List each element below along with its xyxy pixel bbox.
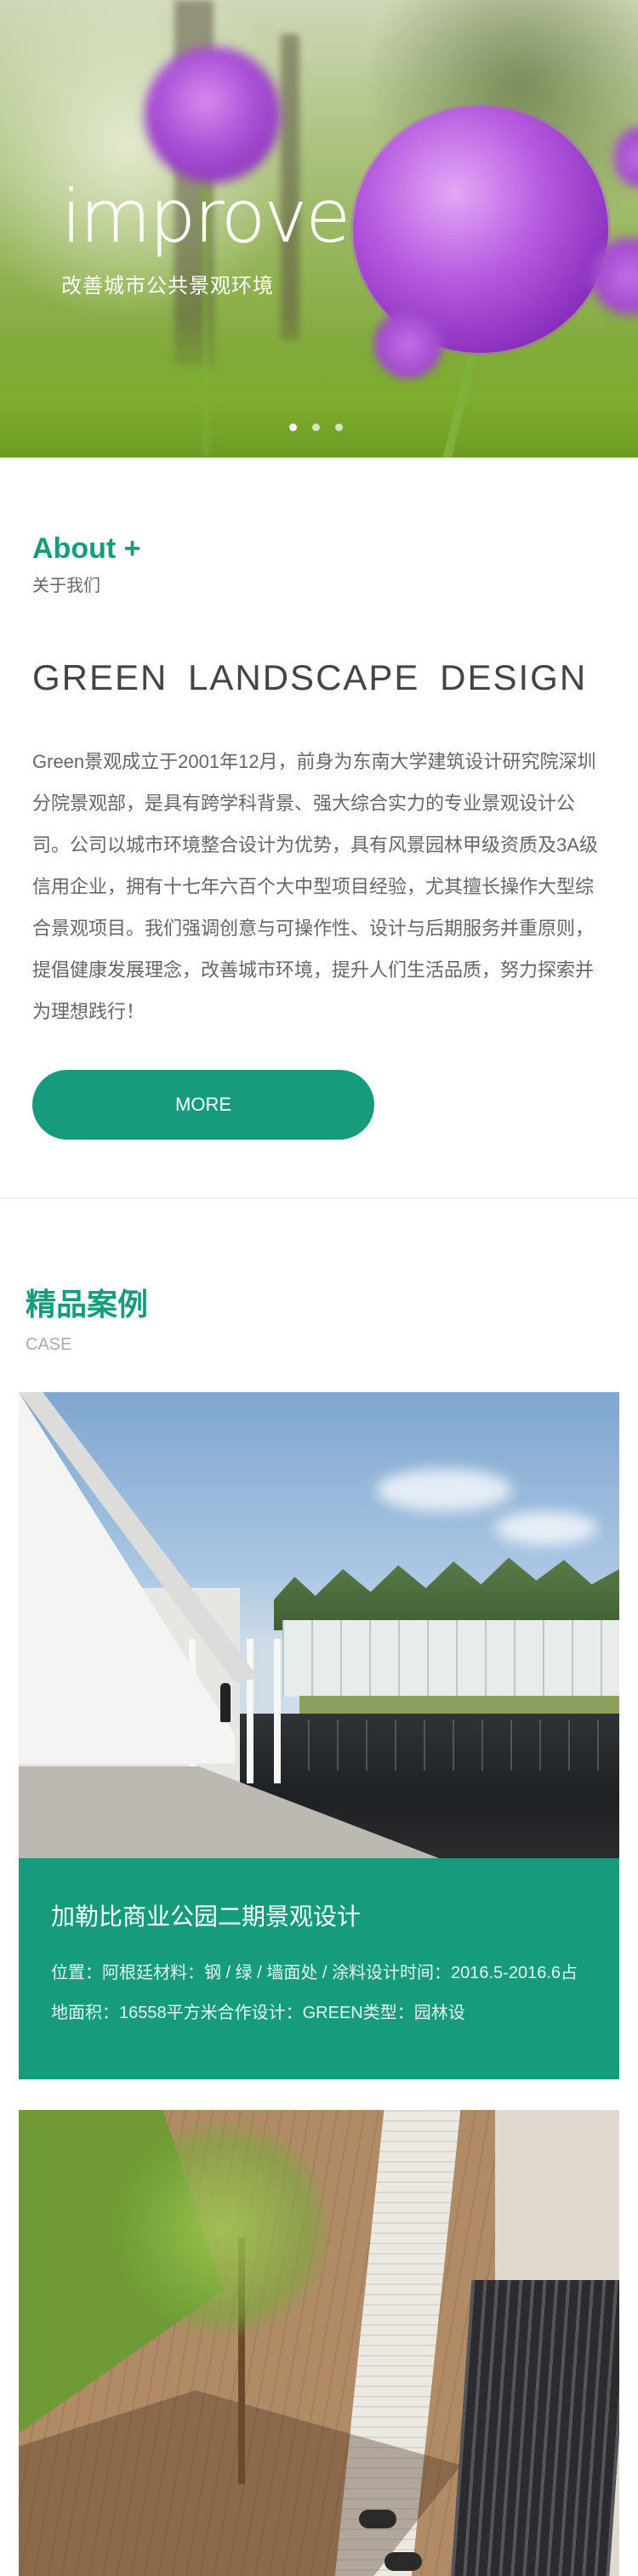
carousel-pagination [289, 424, 343, 431]
case-card[interactable] [19, 2109, 619, 2576]
hero-subtitle: 改善城市公共景观环境 [61, 275, 274, 298]
case-card[interactable]: 加勒比商业公园二期景观设计 位置：阿根廷材料：钢 / 绿 / 墙面处 / 涂料设… [19, 1392, 619, 2079]
image-cloud [376, 1469, 512, 1511]
image-person [359, 2509, 396, 2528]
about-section: About + 关于我们 GREEN LANDSCAPE DESIGN Gree… [0, 458, 638, 1197]
cases-subheading: CASE [26, 1335, 72, 1354]
image-tree [112, 2118, 333, 2340]
cases-section: 精品案例 CASE 加勒比商业公园二期景观设计 位置：阿根廷材料：钢 / 绿 /… [0, 1199, 638, 2576]
about-description: Green景观成立于2001年12月，前身为东南大学建筑设计研究院深圳分院景观部… [32, 751, 598, 1022]
about-heading[interactable]: About + [32, 534, 606, 563]
case-image[interactable] [19, 2109, 619, 2576]
case-description: 位置：阿根廷材料：钢 / 绿 / 墙面处 / 涂料设计时间：2016.5-201… [51, 1963, 578, 2022]
image-cloud [495, 1511, 597, 1545]
image-pavilion-columns [282, 1620, 619, 1697]
image-reflection [308, 1720, 619, 1771]
case-image[interactable] [19, 1392, 619, 1858]
hero-title: improve [61, 174, 351, 259]
image-person [220, 1683, 231, 1722]
case-info: 加勒比商业公园二期景观设计 位置：阿根廷材料：钢 / 绿 / 墙面处 / 涂料设… [19, 1858, 619, 2079]
about-title: GREEN LANDSCAPE DESIGN [32, 657, 588, 697]
hero-flower [145, 47, 281, 183]
image-lawn [299, 1696, 619, 1714]
image-bench [450, 2279, 619, 2576]
hero-flower [374, 310, 442, 378]
image-trees [274, 1557, 619, 1630]
carousel-dot[interactable] [289, 424, 297, 431]
cases-heading: 精品案例 [26, 1287, 149, 1322]
image-pillar [247, 1639, 253, 1783]
image-pillar [274, 1639, 281, 1783]
case-title[interactable]: 加勒比商业公园二期景观设计 [51, 1902, 587, 1931]
more-button[interactable]: MORE [32, 1070, 374, 1140]
carousel-dot[interactable] [312, 424, 320, 431]
image-person [385, 2551, 422, 2571]
carousel-dot[interactable] [335, 424, 343, 431]
about-subheading: 关于我们 [32, 577, 100, 595]
hero-banner[interactable]: improve 改善城市公共景观环境 [0, 0, 638, 458]
